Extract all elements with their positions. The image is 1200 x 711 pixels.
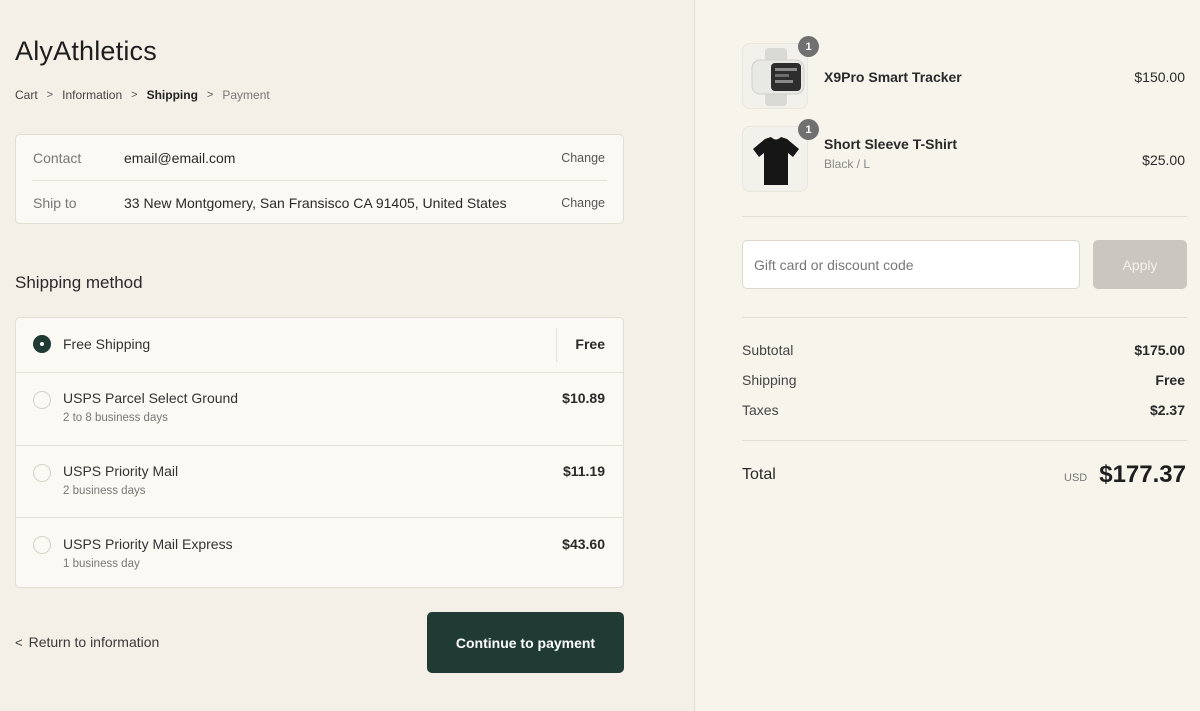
apply-discount-button[interactable]: Apply	[1093, 240, 1187, 289]
shipping-option-price: $43.60	[562, 536, 605, 552]
breadcrumb-cart[interactable]: Cart	[15, 88, 38, 102]
chevron-right-icon: >	[46, 89, 54, 101]
ship-to-label: Ship to	[33, 195, 77, 211]
shipping-option-priority-express[interactable]: USPS Priority Mail Express 1 business da…	[16, 517, 623, 589]
breadcrumb-payment: Payment	[222, 88, 270, 102]
contact-value: email@email.com	[124, 149, 236, 166]
shipping-option-name: USPS Parcel Select Ground	[63, 390, 239, 406]
chevron-left-icon: <	[15, 634, 23, 650]
shipping-option-free[interactable]: Free Shipping Free	[16, 318, 623, 372]
item-name: Short Sleeve T-Shirt	[824, 136, 958, 152]
shipping-option-price: $10.89	[562, 390, 605, 406]
quantity-badge: 1	[798, 36, 819, 57]
subtotal-value: $175.00	[1134, 342, 1185, 358]
chevron-right-icon: >	[131, 89, 138, 101]
store-logo[interactable]: AlyAthletics	[15, 36, 157, 67]
radio-unselected[interactable]	[33, 391, 51, 409]
return-to-information-link[interactable]: < Return to information	[15, 634, 159, 650]
shipping-label: Shipping	[742, 372, 797, 388]
breadcrumb: Cart > Information > Shipping > Payment	[15, 88, 270, 102]
shipping-option-name: Free Shipping	[63, 336, 151, 352]
shipping-option-price: $11.19	[562, 463, 605, 479]
cart-item: 1 Short Sleeve T-Shirt Black / L $25.00	[742, 119, 1187, 194]
change-ship-to-link[interactable]: Change	[561, 196, 605, 210]
item-name: X9Pro Smart Tracker	[824, 69, 962, 85]
contact-label: Contact	[33, 149, 82, 166]
ship-to-value: 33 New Montgomery, San Fransisco CA 9140…	[124, 195, 507, 211]
total-amount: $177.37	[1099, 461, 1186, 488]
radio-unselected[interactable]	[33, 464, 51, 482]
shipping-option-price: Free	[575, 336, 605, 352]
shipping-value: Free	[1155, 372, 1185, 388]
return-label: Return to information	[28, 634, 160, 650]
cart-item: 1 X9Pro Smart Tracker $150.00	[742, 36, 1187, 111]
shipping-method-title: Shipping method	[15, 273, 143, 292]
discount-code-input[interactable]	[742, 240, 1080, 289]
checkout-main-panel: AlyAthletics Cart > Information > Shippi…	[0, 0, 694, 711]
shipping-option-delivery-time: 1 business day	[63, 558, 140, 570]
breadcrumb-information[interactable]: Information	[62, 88, 122, 102]
taxes-label: Taxes	[742, 402, 779, 418]
continue-to-payment-button[interactable]: Continue to payment	[427, 612, 624, 673]
breadcrumb-shipping: Shipping	[146, 88, 198, 102]
review-block: Contact email@email.com Change Ship to 3…	[15, 134, 624, 224]
divider	[742, 216, 1187, 217]
shipping-option-name: USPS Priority Mail Express	[63, 536, 233, 552]
quantity-badge: 1	[798, 119, 819, 140]
subtotal-label: Subtotal	[742, 342, 794, 358]
divider	[742, 440, 1187, 441]
total-currency: USD	[1064, 472, 1088, 484]
contact-row: Contact email@email.com Change	[16, 135, 623, 180]
total-label: Total	[742, 466, 776, 483]
shipping-option-delivery-time: 2 business days	[63, 485, 146, 497]
tshirt-icon	[753, 137, 799, 185]
item-price: $150.00	[1134, 69, 1185, 85]
smartwatch-icon	[751, 48, 805, 106]
shipping-option-parcel-ground[interactable]: USPS Parcel Select Ground 2 to 8 busines…	[16, 372, 623, 445]
divider	[556, 328, 557, 362]
change-contact-link[interactable]: Change	[561, 151, 605, 165]
shipping-option-delivery-time: 2 to 8 business days	[63, 412, 168, 424]
shipping-options: Free Shipping Free USPS Parcel Select Gr…	[15, 317, 624, 588]
divider	[742, 317, 1187, 318]
radio-selected[interactable]	[33, 335, 51, 353]
chevron-right-icon: >	[206, 89, 214, 101]
item-variant: Black / L	[824, 157, 871, 171]
shipping-option-name: USPS Priority Mail	[63, 463, 179, 479]
shipping-option-priority[interactable]: USPS Priority Mail 2 business days $11.1…	[16, 445, 623, 517]
radio-unselected[interactable]	[33, 536, 51, 554]
item-price: $25.00	[1142, 152, 1185, 168]
product-thumbnail: 1	[742, 36, 819, 109]
taxes-value: $2.37	[1149, 402, 1185, 418]
ship-to-row: Ship to 33 New Montgomery, San Fransisco…	[32, 180, 607, 225]
product-thumbnail: 1	[742, 119, 819, 192]
